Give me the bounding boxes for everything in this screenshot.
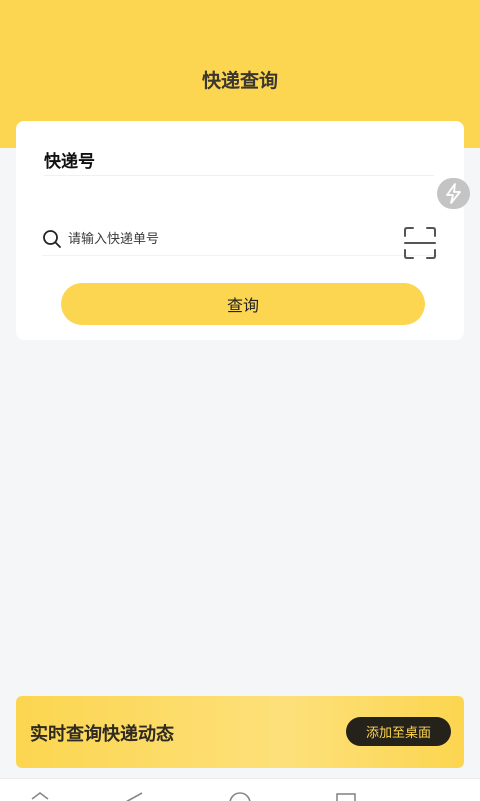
page-title: 快递查询 <box>201 70 278 92</box>
floating-action-button[interactable] <box>437 178 470 209</box>
scan-icon[interactable] <box>402 225 438 261</box>
tracking-number-label: 快递号 <box>44 152 95 172</box>
divider <box>44 175 434 176</box>
query-card: 快递号 查询 <box>16 121 464 340</box>
search-row <box>42 225 438 259</box>
banner-text: 实时查询快递动态 <box>30 724 174 745</box>
system-nav-bar <box>0 778 480 801</box>
search-icon <box>43 230 61 248</box>
add-to-desktop-button[interactable]: 添加至桌面 <box>346 717 451 746</box>
add-to-desktop-banner: 实时查询快递动态 添加至桌面 <box>16 696 464 768</box>
lightning-icon <box>446 183 461 204</box>
query-button[interactable]: 查询 <box>61 283 425 325</box>
tracking-number-input[interactable] <box>68 228 368 250</box>
